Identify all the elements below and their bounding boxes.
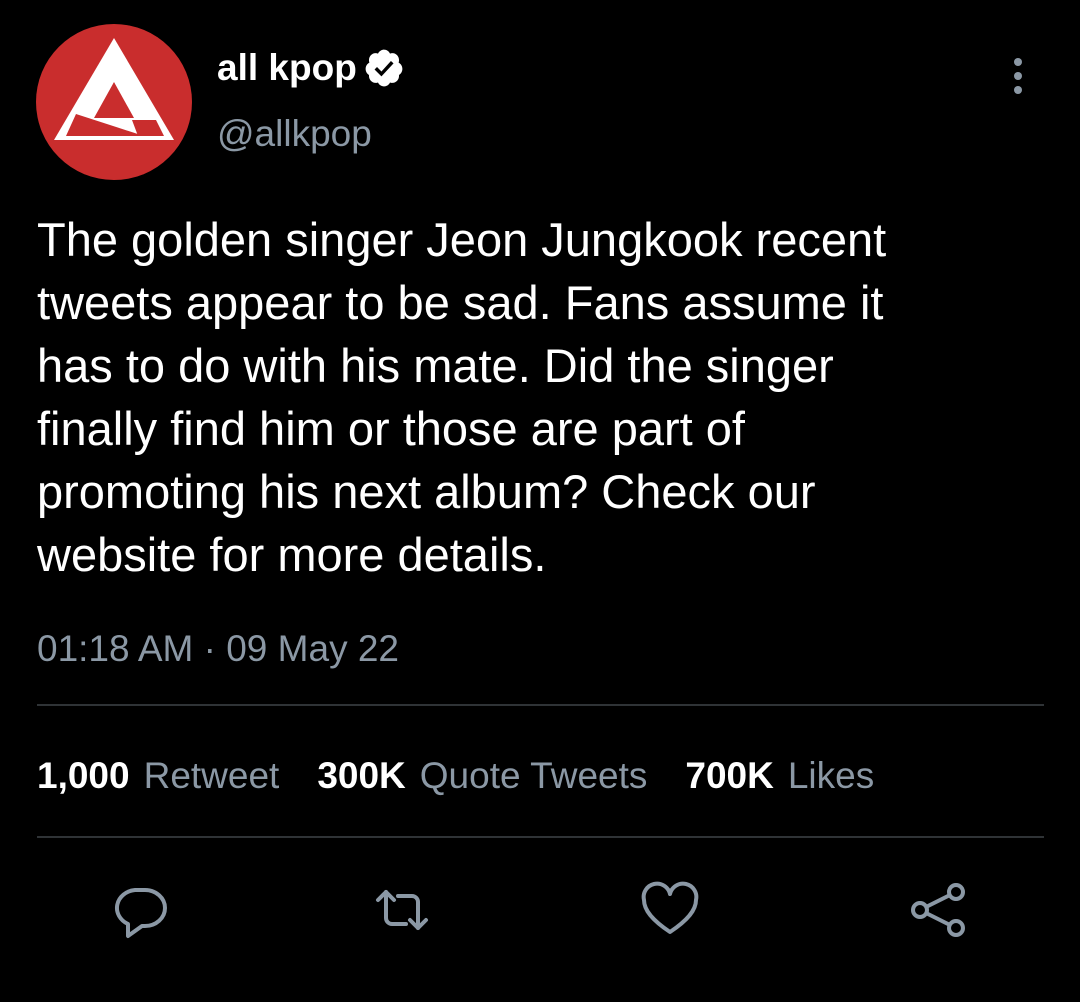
reply-icon[interactable] <box>108 878 172 942</box>
heart-icon[interactable] <box>638 878 702 942</box>
retweets-label: Retweet <box>143 755 280 796</box>
tweet-stats: 1,000 Retweet 300K Quote Tweets 700K Lik… <box>37 748 912 804</box>
likes-label: Likes <box>787 755 875 796</box>
timestamp-row: 01:18 AM · 09 May 22 <box>37 624 399 674</box>
retweets-count: 1,000 <box>37 755 130 796</box>
likes-count: 700K <box>685 755 774 796</box>
divider <box>37 836 1044 838</box>
retweet-icon[interactable] <box>370 878 434 942</box>
quotes-count: 300K <box>317 755 406 796</box>
author-row: all kpop <box>217 44 405 92</box>
retweets-stat[interactable]: 1,000 Retweet <box>37 755 279 797</box>
more-vertical-icon[interactable] <box>1000 52 1036 100</box>
tweet-time[interactable]: 01:18 AM <box>37 628 193 669</box>
display-name[interactable]: all kpop <box>217 44 357 92</box>
quotes-stat[interactable]: 300K Quote Tweets <box>317 755 647 797</box>
share-icon[interactable] <box>906 878 970 942</box>
timestamp-separator: · <box>203 628 216 669</box>
verified-badge-icon <box>363 47 405 89</box>
allkpop-logo-icon <box>54 38 174 140</box>
quotes-label: Quote Tweets <box>419 755 648 796</box>
tweet-date[interactable]: 09 May 22 <box>226 628 399 669</box>
divider <box>37 704 1044 706</box>
avatar[interactable] <box>36 24 192 180</box>
handle[interactable]: @allkpop <box>217 110 372 158</box>
tweet-text: The golden singer Jeon Jungkook recent t… <box>37 213 887 581</box>
likes-stat[interactable]: 700K Likes <box>685 755 874 797</box>
